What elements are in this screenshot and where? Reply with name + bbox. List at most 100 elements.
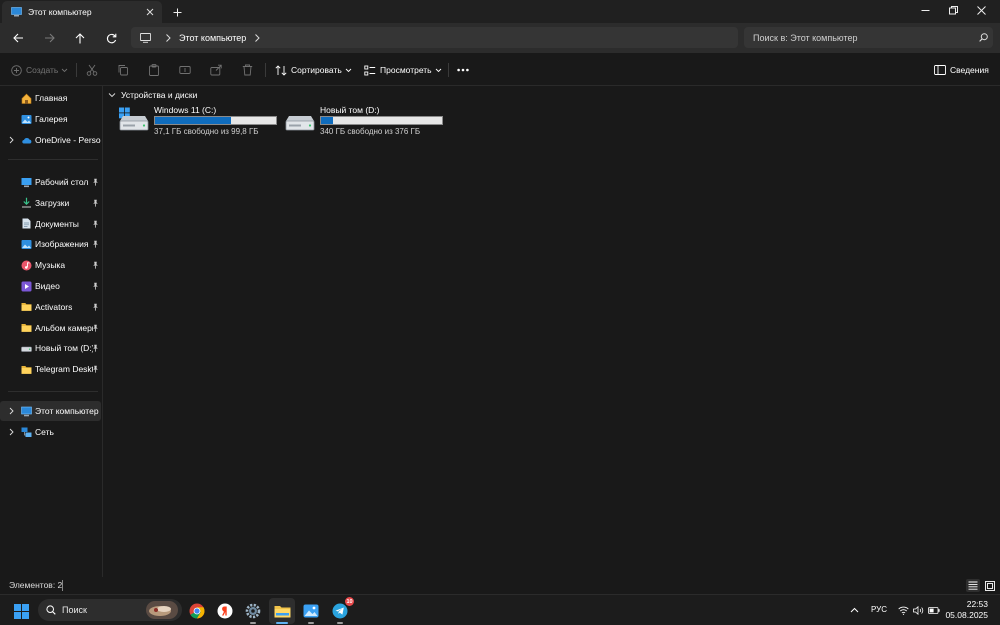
- drive-usage-fill: [155, 117, 231, 124]
- close-tab-icon[interactable]: [141, 3, 159, 21]
- search-box[interactable]: Поиск в: Этот компьютер: [744, 27, 993, 48]
- details-pane-icon: [934, 65, 946, 75]
- videos-icon: [21, 281, 32, 291]
- sidebar-item-onedrive[interactable]: OneDrive - Personal: [0, 130, 101, 150]
- back-button[interactable]: [7, 27, 29, 49]
- volume-status[interactable]: [912, 604, 924, 616]
- chevron-right-icon[interactable]: [8, 428, 15, 436]
- trash-icon: [242, 64, 253, 76]
- copy-icon: [118, 65, 128, 76]
- new-tab-button[interactable]: [168, 3, 186, 21]
- minimize-button[interactable]: [911, 0, 939, 20]
- sidebar-item-gallery[interactable]: Галерея: [0, 109, 101, 129]
- close-window-button[interactable]: [967, 0, 995, 20]
- sidebar-item-home[interactable]: Главная: [0, 88, 101, 108]
- group-title: Устройства и диски: [121, 90, 198, 100]
- drive-usage-bar: [320, 116, 443, 125]
- taskbar-yandex[interactable]: [212, 598, 238, 624]
- delete-button[interactable]: [242, 61, 253, 79]
- sidebar-item-pinned[interactable]: Музыка: [0, 255, 101, 275]
- tab-this-pc[interactable]: Этот компьютер: [2, 1, 162, 23]
- sidebar-item-pinned[interactable]: Видео: [0, 276, 101, 296]
- sidebar-item-network[interactable]: Сеть: [0, 422, 101, 442]
- sidebar-item-pinned[interactable]: Изображения: [0, 234, 101, 254]
- tiles-view-button[interactable]: [983, 579, 997, 592]
- restore-icon: [948, 5, 958, 14]
- taskbar-telegram[interactable]: 10: [327, 597, 354, 624]
- sidebar-item-label: Рабочий стол: [35, 177, 89, 187]
- drive-tile[interactable]: Windows 11 (C:) 37,1 ГБ свободно из 99,8 …: [108, 104, 277, 140]
- pin-icon[interactable]: [92, 261, 99, 269]
- pin-icon[interactable]: [92, 199, 99, 207]
- sidebar-divider: [8, 391, 98, 392]
- forward-button[interactable]: [38, 27, 60, 49]
- breadcrumb-this-pc[interactable]: Этот компьютер: [179, 33, 246, 43]
- scissors-icon: [86, 64, 98, 76]
- cut-button[interactable]: [86, 61, 98, 79]
- pin-icon[interactable]: [92, 220, 99, 228]
- share-button[interactable]: [210, 61, 222, 79]
- show-hidden-icons-button[interactable]: [849, 604, 859, 616]
- command-separator: [76, 63, 77, 77]
- sidebar-item-pinned[interactable]: Загрузки: [0, 193, 101, 213]
- minimize-icon: [921, 9, 929, 11]
- battery-status[interactable]: [927, 604, 940, 616]
- arrow-right-icon: [44, 33, 55, 43]
- sidebar-item-pinned[interactable]: Документы: [0, 214, 101, 234]
- chevron-down-icon: [435, 68, 441, 72]
- pin-icon[interactable]: [92, 324, 99, 332]
- sidebar-item-pinned[interactable]: Telegram Desktop: [0, 359, 101, 379]
- sidebar-item-pinned[interactable]: Рабочий стол: [0, 172, 101, 192]
- details-view-button[interactable]: [966, 579, 980, 592]
- chevron-right-icon[interactable]: [252, 33, 262, 43]
- group-header-devices[interactable]: Устройства и диски: [108, 90, 197, 100]
- computer-icon: [11, 7, 22, 17]
- pin-icon[interactable]: [92, 240, 99, 248]
- details-pane-button[interactable]: Сведения: [934, 61, 992, 79]
- drive-usage-bar: [154, 116, 277, 125]
- maximize-button[interactable]: [939, 0, 967, 20]
- drive-tile[interactable]: Новый том (D:) 340 ГБ свободно из 376 ГБ: [274, 104, 443, 140]
- battery-icon: [927, 606, 940, 614]
- start-button[interactable]: [8, 598, 34, 624]
- input-language[interactable]: РУС: [871, 605, 887, 614]
- taskbar-chrome[interactable]: [184, 598, 210, 624]
- pin-icon[interactable]: [92, 303, 99, 311]
- sort-button[interactable]: Сортировать: [275, 61, 352, 79]
- search-input[interactable]: Поиск в: Этот компьютер: [753, 33, 973, 43]
- sidebar-item-label: OneDrive - Personal: [35, 135, 101, 145]
- sidebar-item-pinned[interactable]: Альбом камеры: [0, 318, 101, 338]
- rename-button[interactable]: [179, 61, 191, 79]
- taskbar-photos[interactable]: [298, 598, 324, 624]
- refresh-button[interactable]: [100, 27, 122, 49]
- system-clock[interactable]: 22:53 05.08.2025: [945, 599, 988, 621]
- active-indicator: [276, 622, 288, 624]
- sidebar-item-this-pc[interactable]: Этот компьютер: [0, 401, 101, 421]
- more-options-button[interactable]: [457, 61, 469, 79]
- paste-button[interactable]: [148, 61, 160, 79]
- address-bar[interactable]: Этот компьютер: [131, 27, 738, 48]
- sidebar-item-pinned[interactable]: Новый том (D:): [0, 338, 101, 358]
- sidebar-item-label: Сеть: [35, 427, 54, 437]
- taskbar-settings[interactable]: [240, 598, 266, 624]
- pin-icon[interactable]: [92, 344, 99, 352]
- photos-icon: [303, 604, 319, 618]
- wifi-status[interactable]: [897, 604, 909, 616]
- music-icon: [21, 260, 32, 271]
- copy-button[interactable]: [117, 61, 129, 79]
- taskbar-file-explorer[interactable]: [269, 598, 295, 624]
- pin-icon[interactable]: [92, 178, 99, 186]
- up-button[interactable]: [69, 27, 91, 49]
- view-button[interactable]: Просмотреть: [364, 61, 442, 79]
- sidebar-item-label: Альбом камеры: [35, 322, 93, 333]
- sidebar-item-pinned[interactable]: Activators: [0, 297, 101, 317]
- drive-free-space: 37,1 ГБ свободно из 99,8 ГБ: [154, 127, 259, 136]
- pin-icon[interactable]: [92, 282, 99, 290]
- taskbar-search[interactable]: Поиск: [38, 599, 182, 621]
- pin-icon[interactable]: [92, 365, 99, 373]
- create-button[interactable]: Создать: [11, 61, 68, 79]
- search-icon[interactable]: [973, 28, 993, 48]
- chevron-right-icon[interactable]: [8, 136, 15, 144]
- running-indicator: [308, 622, 314, 624]
- chevron-right-icon[interactable]: [8, 407, 15, 415]
